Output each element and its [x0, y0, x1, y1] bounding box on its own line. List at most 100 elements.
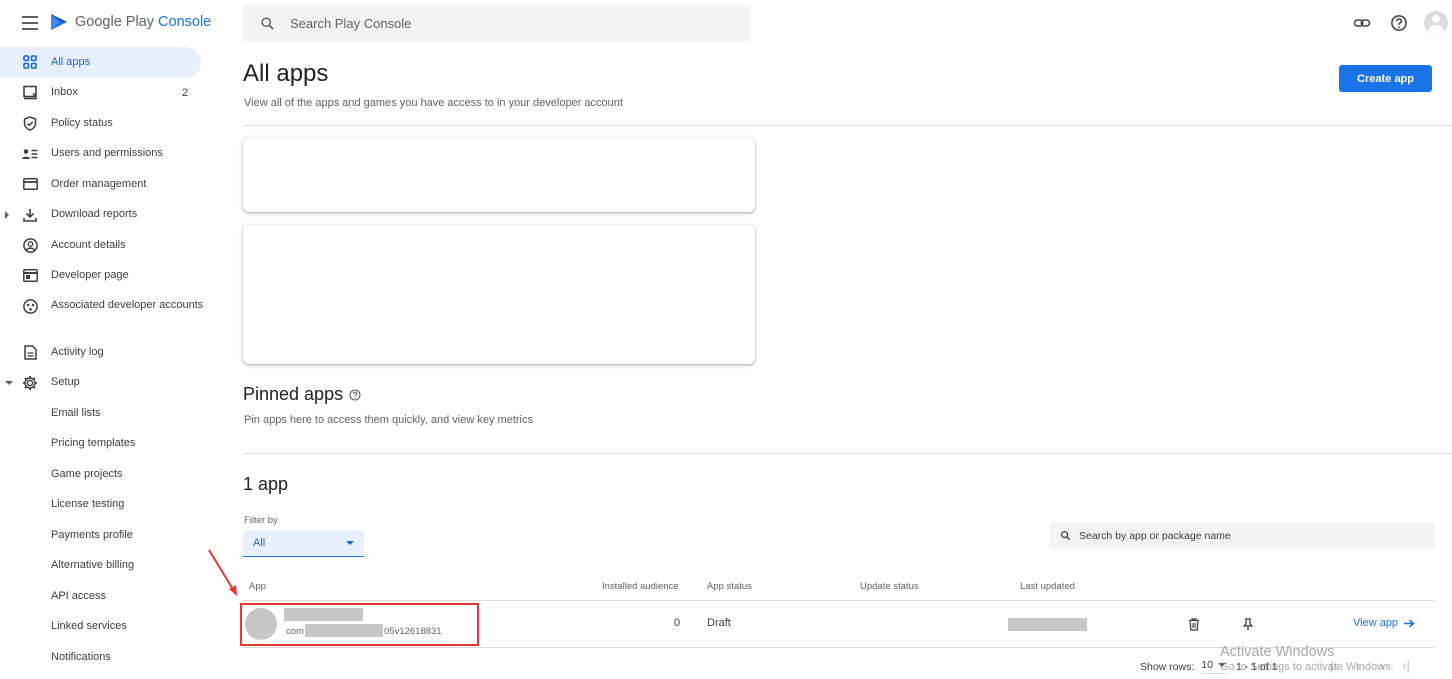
sidebar-item-label: Activity log — [51, 345, 104, 358]
sidebar-item-label: Users and permissions — [51, 147, 163, 159]
sidebar-item-label: Email lists — [51, 406, 101, 419]
sidebar-item-game-projects[interactable]: Game projects — [0, 459, 210, 490]
sidebar-item-label: API access — [51, 589, 107, 602]
sidebar-item-label: Inbox — [51, 86, 78, 98]
pinned-apps-title: Pinned apps — [243, 384, 361, 405]
view-app-link[interactable]: View app — [1353, 617, 1415, 629]
shield-icon — [22, 115, 38, 131]
gear-icon — [22, 375, 38, 391]
sidebar-item-label: Alternative billing — [51, 559, 135, 571]
sidebar-item-activity-log[interactable]: Activity log — [0, 337, 210, 368]
sidebar-item-order-management[interactable]: Order management — [0, 169, 210, 200]
sidebar-item-setup[interactable]: Setup — [0, 368, 210, 399]
summary-card — [243, 138, 755, 212]
sidebar-nav: All apps Inbox 2 Policy status Users and… — [0, 47, 210, 673]
sidebar-item-all-apps[interactable]: All apps — [0, 47, 201, 78]
create-app-button[interactable]: Create app — [1339, 65, 1432, 92]
inbox-icon — [22, 85, 38, 101]
sidebar-item-label: Setup — [51, 376, 80, 388]
header-divider — [243, 125, 1452, 126]
sidebar-item-policy-status[interactable]: Policy status — [0, 108, 210, 139]
sidebar-item-label: Order management — [51, 177, 147, 190]
watermark-line-1: Activate Windows — [1220, 644, 1335, 660]
collapse-caret-icon[interactable] — [5, 380, 13, 385]
sidebar-item-label: License testing — [51, 498, 125, 510]
filter-value: All — [253, 537, 266, 549]
sidebar-item-label: Account details — [51, 238, 126, 251]
sidebar-item-label: Download reports — [51, 208, 138, 220]
help-icon[interactable] — [1387, 11, 1411, 35]
sidebar-item-license-testing[interactable]: License testing — [0, 490, 210, 521]
trash-icon[interactable] — [1187, 617, 1201, 631]
play-logo-icon — [51, 14, 67, 30]
sidebar-item-users-and-permissions[interactable]: Users and permissions — [0, 139, 210, 170]
redacted-last-updated — [1008, 618, 1087, 631]
annotation-highlight-box — [240, 603, 479, 646]
dropdown-arrow-icon — [346, 541, 354, 545]
document-icon — [22, 344, 38, 360]
web-page-icon — [22, 268, 38, 284]
sidebar-item-account-details[interactable]: Account details — [0, 230, 210, 261]
sidebar-item-download-reports[interactable]: Download reports — [0, 200, 210, 231]
sidebar-item-label: Payments profile — [51, 528, 133, 541]
sidebar-item-label: Game projects — [51, 467, 123, 480]
pin-icon[interactable] — [1241, 617, 1255, 631]
sidebar-item-associated-developer-accounts[interactable]: Associated developer accounts — [0, 291, 210, 337]
column-header-update-status[interactable]: Update status — [860, 581, 919, 592]
app-search-input[interactable] — [1079, 529, 1419, 542]
search-icon — [261, 17, 274, 30]
hamburger-menu-icon[interactable] — [22, 16, 38, 30]
installed-audience-value: 0 — [674, 617, 681, 629]
help-circle-icon[interactable] — [349, 388, 361, 401]
page-subtitle: View all of the apps and games you have … — [244, 97, 623, 109]
sidebar-item-linked-services[interactable]: Linked services — [0, 612, 210, 643]
rows-per-page-value: 10 — [1201, 659, 1213, 671]
sidebar-item-developer-page[interactable]: Developer page — [0, 261, 210, 292]
sidebar-item-label: Linked services — [51, 620, 127, 632]
summary-card — [243, 225, 755, 364]
show-rows-label: Show rows: — [1140, 660, 1195, 673]
sidebar-item-label: Pricing templates — [51, 437, 136, 449]
linked-accounts-icon — [22, 298, 38, 314]
annotation-arrow — [208, 549, 237, 596]
sidebar-item-payments-profile[interactable]: Payments profile — [0, 520, 210, 551]
last-page-icon[interactable]: ›| — [1394, 657, 1418, 673]
filter-dropdown[interactable]: All — [243, 530, 364, 557]
sidebar-item-label: Associated developer accounts — [51, 299, 204, 311]
sidebar-item-label: All apps — [51, 55, 91, 68]
app-status-value: Draft — [707, 617, 731, 629]
sidebar-item-pricing-templates[interactable]: Pricing templates — [0, 429, 210, 460]
account-avatar[interactable] — [1424, 11, 1448, 35]
sidebar-item-label: Notifications — [51, 650, 111, 663]
users-permissions-icon — [22, 146, 38, 162]
download-icon — [22, 207, 38, 223]
column-header-last-updated[interactable]: Last updated — [1020, 581, 1075, 592]
watermark-line-2: Go to Settings to activate Windows. — [1220, 661, 1394, 673]
inbox-count-badge: 2 — [182, 86, 189, 99]
table-header-divider — [243, 600, 1435, 601]
column-header-app-status[interactable]: App status — [707, 581, 752, 592]
view-app-label: View app — [1353, 617, 1399, 629]
arrow-right-icon — [1404, 618, 1415, 628]
sidebar-item-inbox[interactable]: Inbox 2 — [0, 78, 210, 109]
logo-text: Google Play Console — [75, 14, 212, 30]
global-search[interactable] — [243, 5, 751, 42]
play-console-logo[interactable]: Google Play Console — [49, 12, 211, 32]
page-title: All apps — [243, 60, 329, 87]
expand-caret-icon[interactable] — [5, 210, 9, 219]
sidebar-item-label: Developer page — [51, 269, 129, 281]
column-header-app[interactable]: App — [249, 581, 266, 592]
sidebar-item-alternative-billing[interactable]: Alternative billing — [0, 551, 210, 582]
sidebar-item-email-lists[interactable]: Email lists — [0, 398, 210, 429]
sidebar-item-api-access[interactable]: API access — [0, 581, 210, 612]
column-header-installed-audience[interactable]: Installed audience — [602, 581, 679, 592]
link-icon[interactable] — [1350, 11, 1374, 35]
sidebar-item-label: Policy status — [51, 116, 113, 129]
grid-icon — [22, 54, 38, 70]
pinned-apps-description: Pin apps here to access them quickly, an… — [244, 414, 533, 426]
app-search[interactable] — [1050, 522, 1435, 549]
filter-label: Filter by — [244, 515, 278, 526]
global-search-input[interactable] — [290, 16, 690, 31]
windows-activation-watermark: Activate Windows Go to Settings to activ… — [1220, 644, 1394, 673]
sidebar-item-notifications[interactable]: Notifications — [0, 642, 210, 673]
